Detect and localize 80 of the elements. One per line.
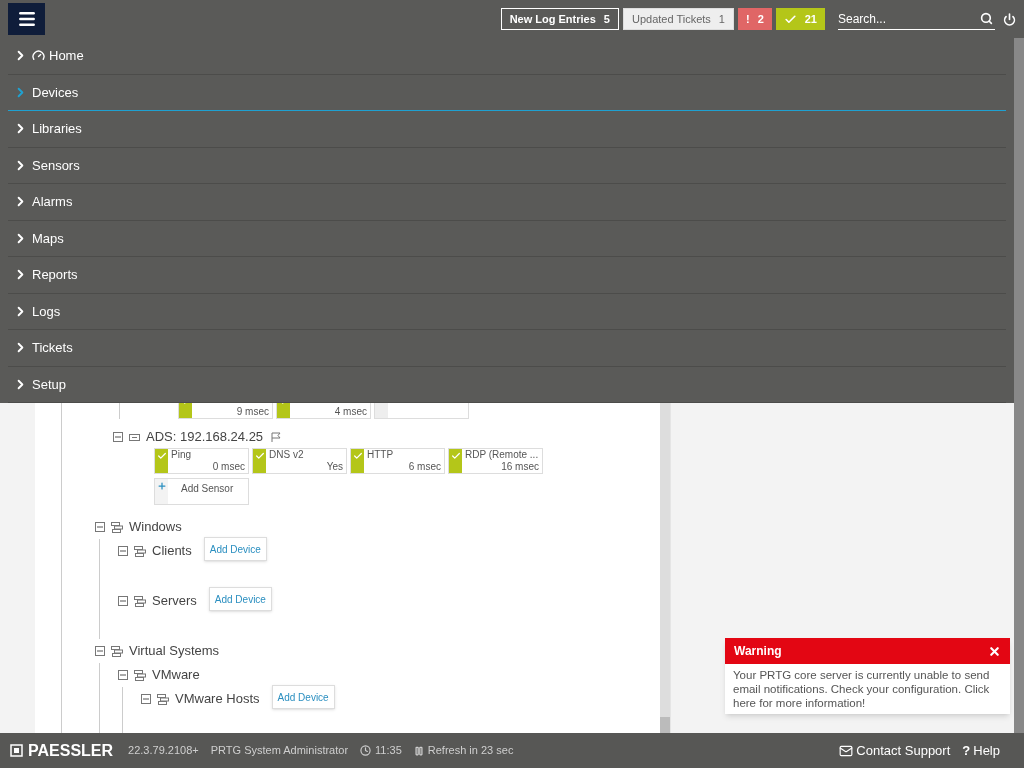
- clock-icon: [360, 745, 372, 756]
- sensor-tile[interactable]: DNS v2 Yes: [252, 448, 347, 474]
- sensor-name: Ping: [171, 449, 191, 461]
- check-icon: [450, 451, 461, 461]
- sensor-name: RDP (Remote ...: [465, 449, 539, 461]
- refresh-text: Refresh in 23 sec: [427, 743, 514, 759]
- group-name[interactable]: Windows: [129, 517, 182, 537]
- menu-item[interactable]: Reports: [8, 257, 1006, 294]
- collapse-icon[interactable]: [118, 596, 128, 606]
- sensor-tile[interactable]: HTTP 6 msec: [350, 448, 445, 474]
- menu-item[interactable]: Maps: [8, 220, 1006, 257]
- check-icon: [254, 451, 265, 461]
- group-icon: [157, 693, 169, 705]
- group-name[interactable]: Servers: [152, 591, 197, 611]
- group-name[interactable]: VMware Hosts: [175, 689, 260, 709]
- time-text: 11:35: [375, 743, 402, 759]
- collapse-icon[interactable]: [141, 694, 151, 704]
- collapse-icon[interactable]: [95, 646, 105, 656]
- menu-item[interactable]: Setup: [8, 366, 1006, 403]
- menu-button[interactable]: [8, 3, 45, 35]
- menu-item[interactable]: Devices: [8, 74, 1006, 111]
- check-icon: [156, 451, 167, 461]
- sensor-value: 16 msec: [501, 461, 539, 473]
- collapse-icon[interactable]: [113, 432, 123, 442]
- flag-icon[interactable]: [271, 432, 283, 442]
- menu-item[interactable]: Logs: [8, 293, 1006, 330]
- close-icon[interactable]: [988, 644, 1001, 658]
- logo-icon: [10, 744, 23, 757]
- sensor-value: 0 msec: [212, 461, 245, 473]
- sensor-value: 6 msec: [408, 461, 441, 473]
- group-icon: [134, 669, 146, 681]
- menu-item[interactable]: Tickets: [8, 330, 1006, 367]
- add-device-button[interactable]: Add Device: [203, 537, 267, 561]
- status-badge[interactable]: Updated Tickets 1: [622, 8, 734, 30]
- menu-icon: [16, 9, 37, 29]
- add-device-button[interactable]: Add Device: [271, 685, 335, 709]
- sensor-name: HTTP: [367, 449, 394, 461]
- add-sensor-button[interactable]: Add Sensor: [154, 478, 249, 505]
- sensor-name: DNS v2: [269, 449, 304, 461]
- search-icon[interactable]: [980, 12, 993, 25]
- user-name[interactable]: PRTG System Administrator: [210, 742, 349, 759]
- group-icon: [134, 595, 146, 607]
- logout-icon[interactable]: [1003, 12, 1016, 26]
- warning-toast[interactable]: Warning Your PRTG core server is currently unable to send email notifications. Check your configuration. Click here for more information!: [725, 638, 1010, 714]
- sensor-value: 9 msec: [236, 406, 269, 418]
- pause-icon[interactable]: [413, 745, 424, 756]
- page-scrollbar[interactable]: [1014, 38, 1024, 733]
- menu-item[interactable]: Sensors: [8, 147, 1006, 184]
- group-icon: [111, 645, 123, 657]
- sensor-tile[interactable]: RDP (Remote ... 16 msec: [448, 448, 543, 474]
- status-badge[interactable]: New Log Entries 5: [500, 8, 619, 30]
- group-icon: [111, 521, 123, 533]
- collapse-icon[interactable]: [118, 546, 128, 556]
- version-text: 22.3.79.2108+: [128, 743, 199, 759]
- check-icon: [352, 451, 363, 461]
- menu-item[interactable]: Libraries: [8, 111, 1006, 148]
- search-field[interactable]: Search...: [838, 8, 995, 30]
- group-name[interactable]: VMware: [152, 665, 200, 685]
- sensor-tile[interactable]: Ping 0 msec: [154, 448, 249, 474]
- plus-icon: [156, 481, 167, 491]
- menu-item[interactable]: Home: [8, 38, 1006, 75]
- group-icon: [134, 545, 146, 557]
- device-name[interactable]: ADS: 192.168.24.25: [146, 427, 264, 447]
- device-icon: [129, 433, 140, 441]
- gauge-icon: [32, 49, 45, 63]
- menu-item[interactable]: Alarms: [8, 184, 1006, 221]
- sensor-value: 4 msec: [334, 406, 367, 418]
- brand-name: PAESSLER: [28, 740, 114, 761]
- group-name[interactable]: Virtual Systems: [129, 641, 220, 661]
- collapse-icon[interactable]: [118, 670, 128, 680]
- add-device-button[interactable]: Add Device: [208, 587, 272, 611]
- group-name[interactable]: Clients: [152, 541, 192, 561]
- contact-support-link[interactable]: Contact Support: [839, 740, 951, 761]
- sensor-value: Yes: [326, 461, 343, 473]
- help-link[interactable]: ? Help: [962, 740, 1000, 761]
- warning-message[interactable]: Your PRTG core server is currently unable to send email notifications. Check your configuration. Click here for more information!: [725, 664, 1010, 714]
- warning-title: Warning: [734, 643, 782, 660]
- collapse-icon[interactable]: [95, 522, 105, 532]
- mail-icon: [839, 743, 854, 758]
- check-icon: [783, 12, 797, 26]
